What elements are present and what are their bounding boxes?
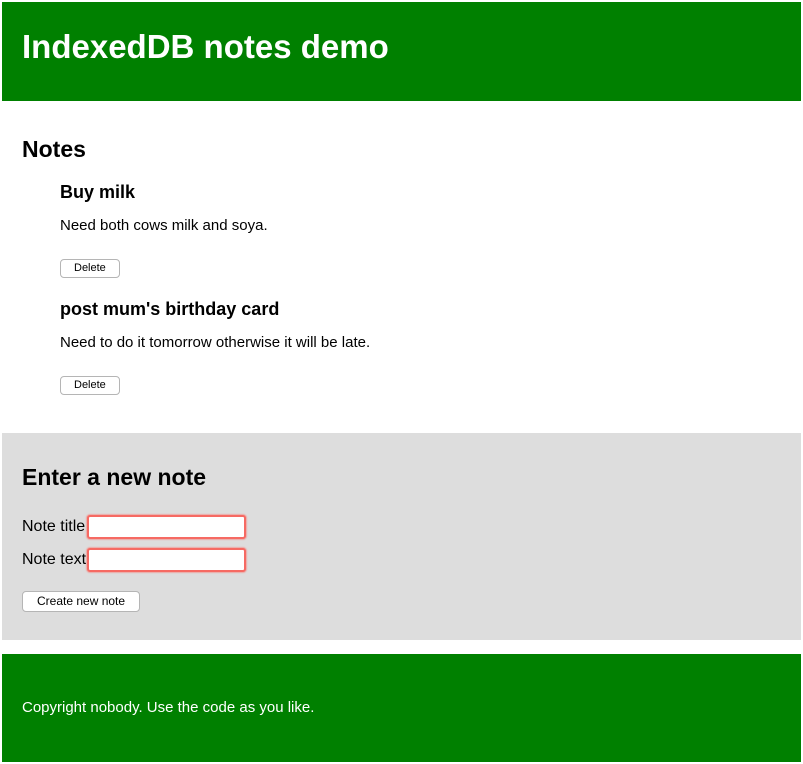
copyright-text: Copyright nobody. Use the code as you li… [2,654,801,717]
note-text-input[interactable] [87,548,246,572]
note-title: Buy milk [60,183,801,203]
note-body: Need to do it tomorrow otherwise it will… [60,334,801,351]
note-list: Buy milk Need both cows milk and soya. D… [2,183,801,395]
note-text-label: Note text [22,548,87,572]
note-item: post mum's birthday card Need to do it t… [60,300,801,395]
app-footer: Copyright nobody. Use the code as you li… [2,654,801,762]
note-text-row: Note text [22,548,781,572]
note-body: Need both cows milk and soya. [60,217,801,234]
note-item: Buy milk Need both cows milk and soya. D… [60,183,801,278]
new-note-form-section: Enter a new note Note title Note text Cr… [2,433,801,640]
app-header: IndexedDB notes demo [2,2,801,101]
delete-note-button[interactable]: Delete [60,259,120,278]
new-note-form: Note title Note text Create new note [22,515,781,612]
note-title-input[interactable] [87,515,246,539]
notes-heading: Notes [2,101,801,161]
new-note-heading: Enter a new note [22,466,781,489]
notes-section: Notes Buy milk Need both cows milk and s… [2,101,801,431]
delete-note-button[interactable]: Delete [60,376,120,395]
note-title: post mum's birthday card [60,300,801,320]
note-title-label: Note title [22,515,87,539]
create-note-button[interactable]: Create new note [22,591,140,612]
page-title: IndexedDB notes demo [2,2,801,65]
note-title-row: Note title [22,515,781,539]
